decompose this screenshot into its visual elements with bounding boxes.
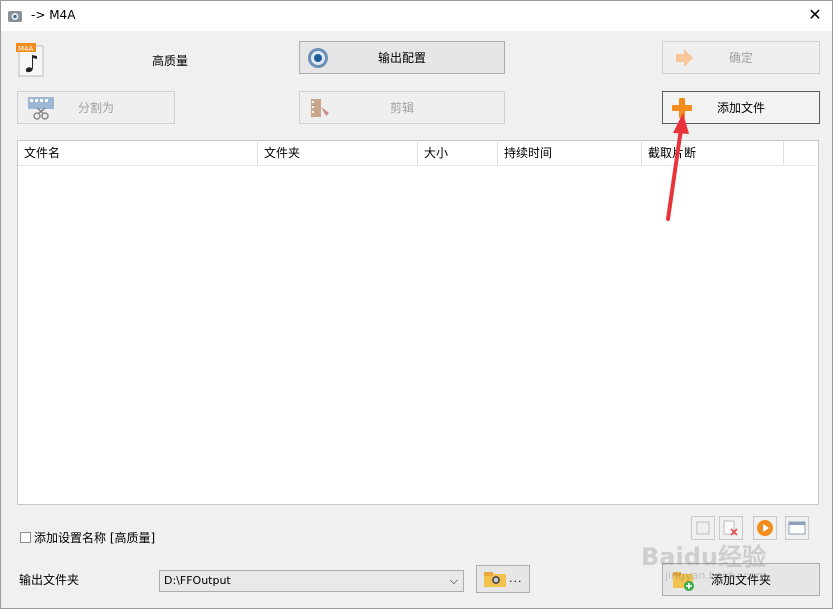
column-header-filename[interactable]: 文件名 bbox=[18, 141, 258, 165]
split-label: 分割为 bbox=[77, 101, 114, 115]
folder-camera-icon bbox=[484, 572, 506, 587]
column-header-empty bbox=[784, 141, 818, 165]
browse-dots: ... bbox=[509, 572, 523, 585]
browse-folder-button[interactable]: ... bbox=[476, 565, 530, 593]
edit-label: 剪辑 bbox=[389, 101, 414, 115]
play-icon bbox=[757, 520, 773, 536]
m4a-badge-text: M4A bbox=[18, 45, 33, 53]
output-folder-value: D:\FFOutput bbox=[164, 574, 231, 587]
info-panel-icon bbox=[788, 521, 806, 535]
split-button[interactable]: 分割为 bbox=[17, 91, 175, 124]
output-config-label: 输出配置 bbox=[377, 51, 426, 65]
app-window: -> M4A ✕ M4A 高质量 输出配置 确定 分割为 剪辑 添加文件 文件名… bbox=[0, 0, 833, 609]
m4a-file-icon: M4A bbox=[16, 43, 44, 77]
column-header-size[interactable]: 大小 bbox=[418, 141, 498, 165]
confirm-button[interactable]: 确定 bbox=[662, 41, 820, 74]
remove-icon bbox=[723, 520, 738, 536]
output-config-button[interactable]: 输出配置 bbox=[299, 41, 505, 74]
add-setting-name-checkbox[interactable] bbox=[20, 532, 31, 543]
watermark-subtext: jingyan.baidu.com bbox=[665, 569, 767, 582]
app-icon bbox=[8, 11, 22, 22]
output-folder-label: 输出文件夹 bbox=[19, 573, 80, 587]
window-title: -> M4A bbox=[31, 8, 76, 22]
add-setting-name-label: 添加设置名称 [高质量] bbox=[34, 531, 156, 545]
title-bar: -> M4A ✕ bbox=[1, 1, 832, 31]
column-header-duration[interactable]: 持续时间 bbox=[498, 141, 642, 165]
info-button[interactable] bbox=[785, 516, 809, 540]
column-header-folder[interactable]: 文件夹 bbox=[258, 141, 418, 165]
output-folder-select[interactable]: D:\FFOutput ⌵ bbox=[159, 570, 464, 592]
edit-button[interactable]: 剪辑 bbox=[299, 91, 505, 124]
quality-label: 高质量 bbox=[152, 54, 189, 68]
annotation-arrow bbox=[666, 113, 689, 221]
clear-icon bbox=[696, 521, 710, 535]
confirm-label: 确定 bbox=[728, 51, 753, 65]
close-button[interactable]: ✕ bbox=[802, 3, 828, 27]
chevron-down-icon: ⌵ bbox=[449, 574, 458, 587]
watermark-text: Baidu经验 bbox=[641, 543, 766, 571]
